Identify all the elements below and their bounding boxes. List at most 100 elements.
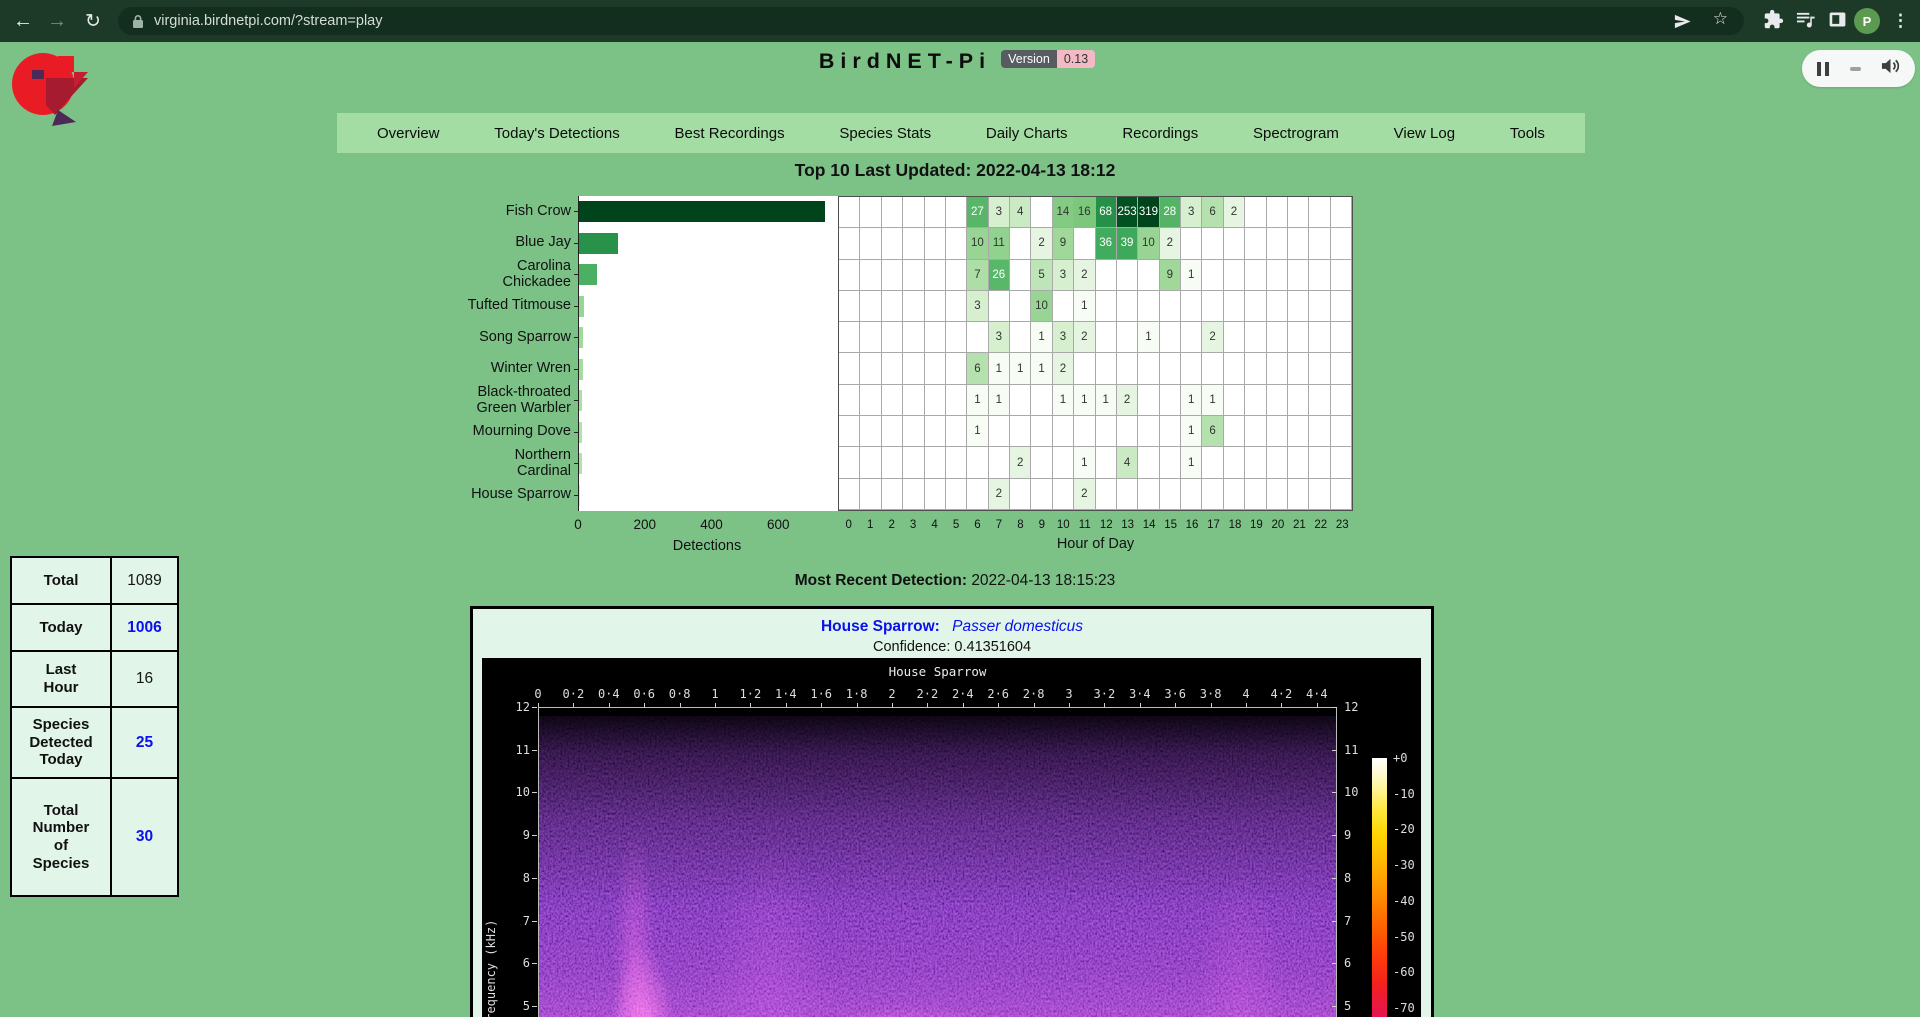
heatmap-cell: 2 <box>989 479 1010 510</box>
back-icon[interactable]: ← <box>6 0 40 42</box>
heatmap-cell: 4 <box>1010 197 1031 228</box>
spectrogram-time-tickmark <box>1140 703 1141 707</box>
heatmap-cell <box>1138 416 1159 447</box>
hour-axis-tick: 3 <box>902 519 923 531</box>
heatmap-cell <box>1245 228 1266 259</box>
species-label: Winter Wren <box>491 361 571 377</box>
heatmap-cell: 1 <box>1202 385 1223 416</box>
spectrogram-time-tickmark <box>715 703 716 707</box>
confidence-value: 0.41351604 <box>954 639 1031 655</box>
heatmap-cell: 2 <box>1074 260 1095 291</box>
colorbar-tick: -30 <box>1393 858 1415 872</box>
heatmap-cell <box>1331 260 1352 291</box>
spectrogram-freq-tick-right: 10 <box>1344 785 1374 799</box>
media-controls-icon[interactable] <box>1795 10 1816 34</box>
forward-icon[interactable]: → <box>40 0 74 42</box>
detection-species-link[interactable]: House Sparrow: <box>821 618 940 635</box>
main-nav: Overview Today's Detections Best Recording… <box>337 113 1585 153</box>
heatmap-cell: 4 <box>1117 447 1138 478</box>
nav-item-today-s-detections[interactable]: Today's Detections <box>494 125 619 142</box>
nav-item-daily-charts[interactable]: Daily Charts <box>986 125 1068 142</box>
spectrogram-freq-tickmark <box>1332 750 1337 751</box>
stats-row: Today1006 <box>12 605 177 652</box>
stats-value: 1089 <box>112 558 177 603</box>
heatmap-cell: 10 <box>967 228 988 259</box>
nav-item-spectrogram[interactable]: Spectrogram <box>1253 125 1339 142</box>
heatmap-cell <box>1031 385 1052 416</box>
heatmap-cell: 2 <box>1074 322 1095 353</box>
bar-axis-tick: 600 <box>767 517 790 532</box>
confidence-label: Confidence: <box>873 639 950 655</box>
heatmap-cell: 39 <box>1117 228 1138 259</box>
nav-item-best-recordings[interactable]: Best Recordings <box>675 125 785 142</box>
heatmap-cell: 3 <box>1053 322 1074 353</box>
version-value: 0.13 <box>1057 50 1095 68</box>
heatmap-cell: 253 <box>1117 197 1138 228</box>
heatmap-cell <box>839 447 860 478</box>
nav-item-tools[interactable]: Tools <box>1510 125 1545 142</box>
detection-scientific-name[interactable]: Passer domesticus <box>952 618 1083 635</box>
heatmap-cell <box>1181 322 1202 353</box>
url-text[interactable]: virginia.birdnetpi.com/?stream=play <box>154 13 382 29</box>
address-bar[interactable]: virginia.birdnetpi.com/?stream=play ☆ <box>118 7 1744 35</box>
heatmap-cell <box>1010 322 1031 353</box>
heatmap-cell <box>1267 353 1288 384</box>
spectrogram-freq-tickmark <box>532 750 537 751</box>
send-icon[interactable] <box>1673 12 1692 36</box>
detection-confidence: Confidence: 0.41351604 <box>473 639 1431 655</box>
spectrogram-time-tickmark <box>857 703 858 707</box>
stats-label: Total <box>12 558 112 603</box>
heatmap-cell: 6 <box>1202 197 1223 228</box>
spectrogram-topband <box>539 708 1336 716</box>
side-panel-icon[interactable] <box>1827 9 1848 35</box>
hour-axis-tick: 1 <box>859 519 880 531</box>
heatmap-cell <box>1117 260 1138 291</box>
heatmap-cell <box>1309 416 1330 447</box>
heatmap-cell: 1 <box>1181 385 1202 416</box>
reload-icon[interactable]: ↻ <box>76 0 110 42</box>
profile-avatar[interactable]: P <box>1854 8 1880 34</box>
spectrogram-freq-tick-right: 11 <box>1344 743 1374 757</box>
extensions-puzzle-icon[interactable] <box>1763 9 1784 35</box>
heatmap-cell <box>1224 228 1245 259</box>
page-title: BirdNET-Pi <box>819 49 991 74</box>
stats-value-link[interactable]: 25 <box>112 708 177 777</box>
species-label: Carolina Chickadee <box>502 259 571 290</box>
heatmap-cell <box>1331 291 1352 322</box>
browser-menu-icon[interactable]: ⋮ <box>1892 0 1909 42</box>
heatmap-cell: 2 <box>1053 353 1074 384</box>
heatmap-cell <box>989 416 1010 447</box>
bookmark-star-icon[interactable]: ☆ <box>1713 9 1728 29</box>
detection-panel: House Sparrow: Passer domesticus Confide… <box>470 606 1434 1017</box>
nav-item-overview[interactable]: Overview <box>377 125 440 142</box>
heatmap-cell <box>839 322 860 353</box>
stats-value-link[interactable]: 30 <box>112 779 177 895</box>
heatmap-cell: 2 <box>1117 385 1138 416</box>
heatmap-cell <box>1245 416 1266 447</box>
spectrogram-freq-tickmark <box>1332 707 1337 708</box>
heatmap-cell <box>903 260 924 291</box>
heatmap-cell <box>1245 260 1266 291</box>
stats-row: Last Hour16 <box>12 652 177 708</box>
spectrogram-freq-tick-left: 8 <box>500 871 530 885</box>
nav-item-view-log[interactable]: View Log <box>1394 125 1455 142</box>
heatmap-cell: 28 <box>1160 197 1181 228</box>
heatmap-cell: 10 <box>1031 291 1052 322</box>
heatmap-cell <box>860 197 881 228</box>
nav-item-species-stats[interactable]: Species Stats <box>839 125 931 142</box>
heatmap-cell <box>1224 291 1245 322</box>
heatmap-cell <box>1160 479 1181 510</box>
heatmap-cell <box>1074 353 1095 384</box>
bar-axis-tick: 400 <box>700 517 723 532</box>
heatmap-cell <box>839 260 860 291</box>
heatmap-cell <box>1096 322 1117 353</box>
hour-axis-tick: 21 <box>1289 519 1310 531</box>
heatmap-cell: 3 <box>989 197 1010 228</box>
hour-axis-tick: 18 <box>1224 519 1245 531</box>
stats-value-link[interactable]: 1006 <box>112 605 177 650</box>
nav-item-recordings[interactable]: Recordings <box>1122 125 1198 142</box>
heatmap-cell <box>1096 479 1117 510</box>
bar-row <box>579 259 835 291</box>
heatmap-cell <box>860 291 881 322</box>
heatmap-cell <box>1010 479 1031 510</box>
